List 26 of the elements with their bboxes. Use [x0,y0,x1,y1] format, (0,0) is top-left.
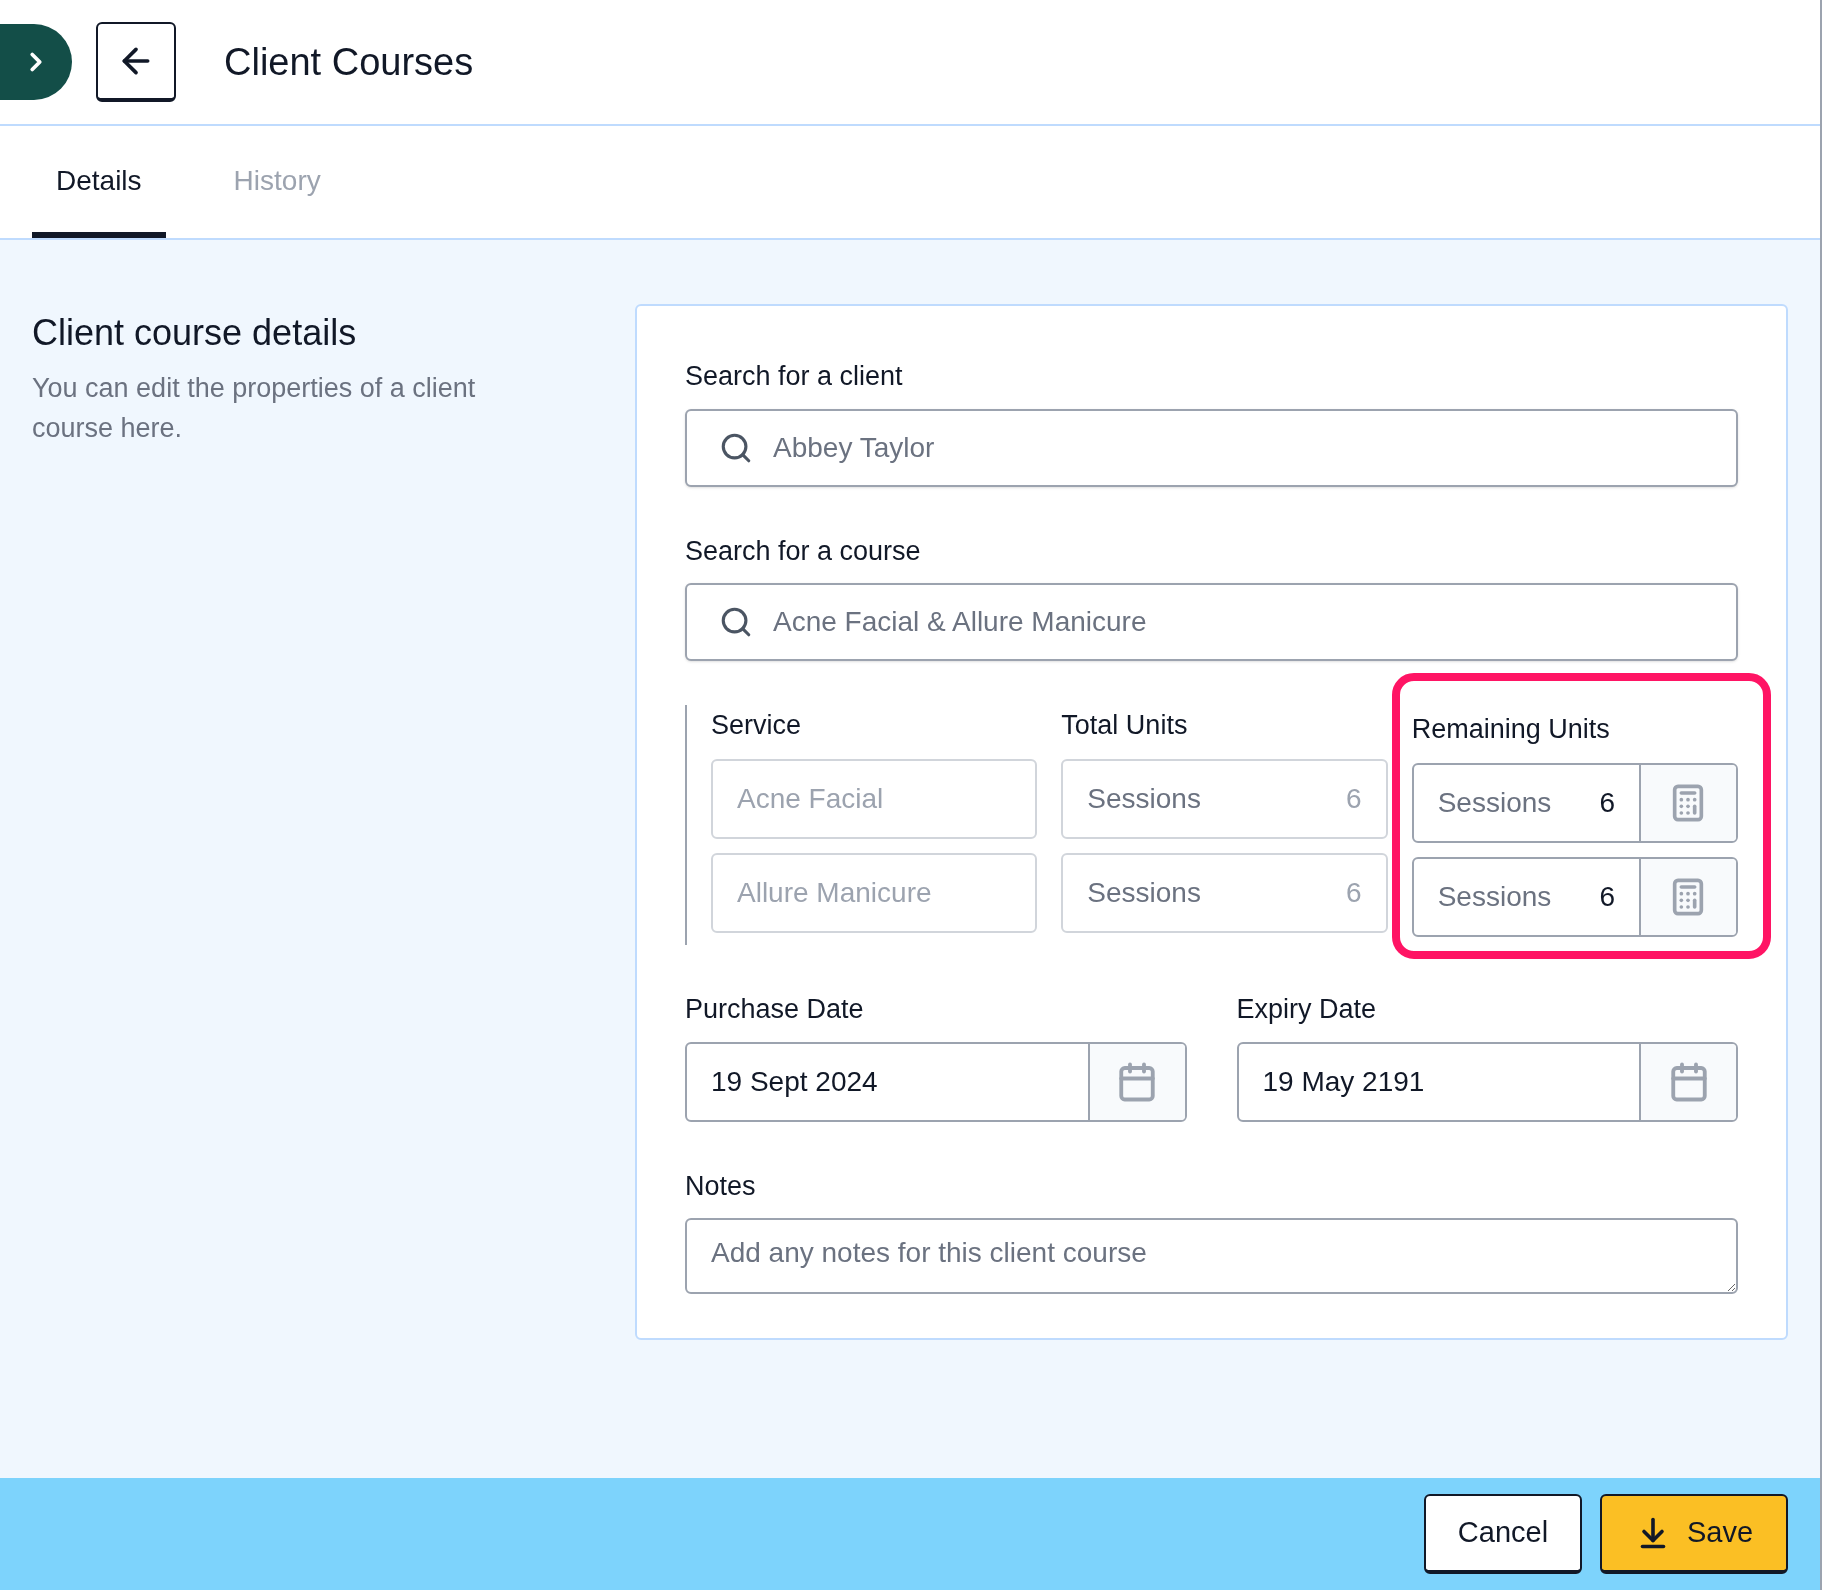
page-title: Client Courses [224,39,474,85]
column-label: Service [711,709,803,742]
tab[interactable]: Details [32,126,166,238]
expand-button[interactable] [0,24,72,100]
date-field[interactable]: 19 Sept 2024 [685,1041,1187,1122]
search-field[interactable]: Abbey Taylor [685,408,1738,487]
save-button[interactable]: Save [1600,1494,1788,1574]
notes-field[interactable]: Add any notes for this client course [685,1218,1738,1294]
calculator-icon[interactable] [1639,859,1736,935]
calculator-icon[interactable] [1639,765,1736,841]
search-field[interactable]: Acne Facial & Allure Manicure [685,583,1738,661]
field-label: Search for a course [685,534,922,568]
section-title: Client course details [32,311,358,355]
search-icon [719,605,753,639]
cancel-button[interactable]: Cancel [1424,1494,1582,1574]
section-description: You can edit the properties of a client course here. [32,372,477,445]
calendar-icon[interactable] [1087,1043,1185,1120]
calendar-icon[interactable] [1639,1043,1736,1120]
field-label: Purchase Date [685,993,865,1026]
field-label: Expiry Date [1236,993,1378,1026]
field-label: Search for a client [685,360,904,393]
back-button[interactable] [96,22,176,102]
field-label: Notes [685,1169,757,1203]
column-label: Total Units [1061,709,1189,742]
column-label: Remaining Units [1411,713,1611,746]
date-field[interactable]: 19 May 2191 [1236,1041,1738,1122]
